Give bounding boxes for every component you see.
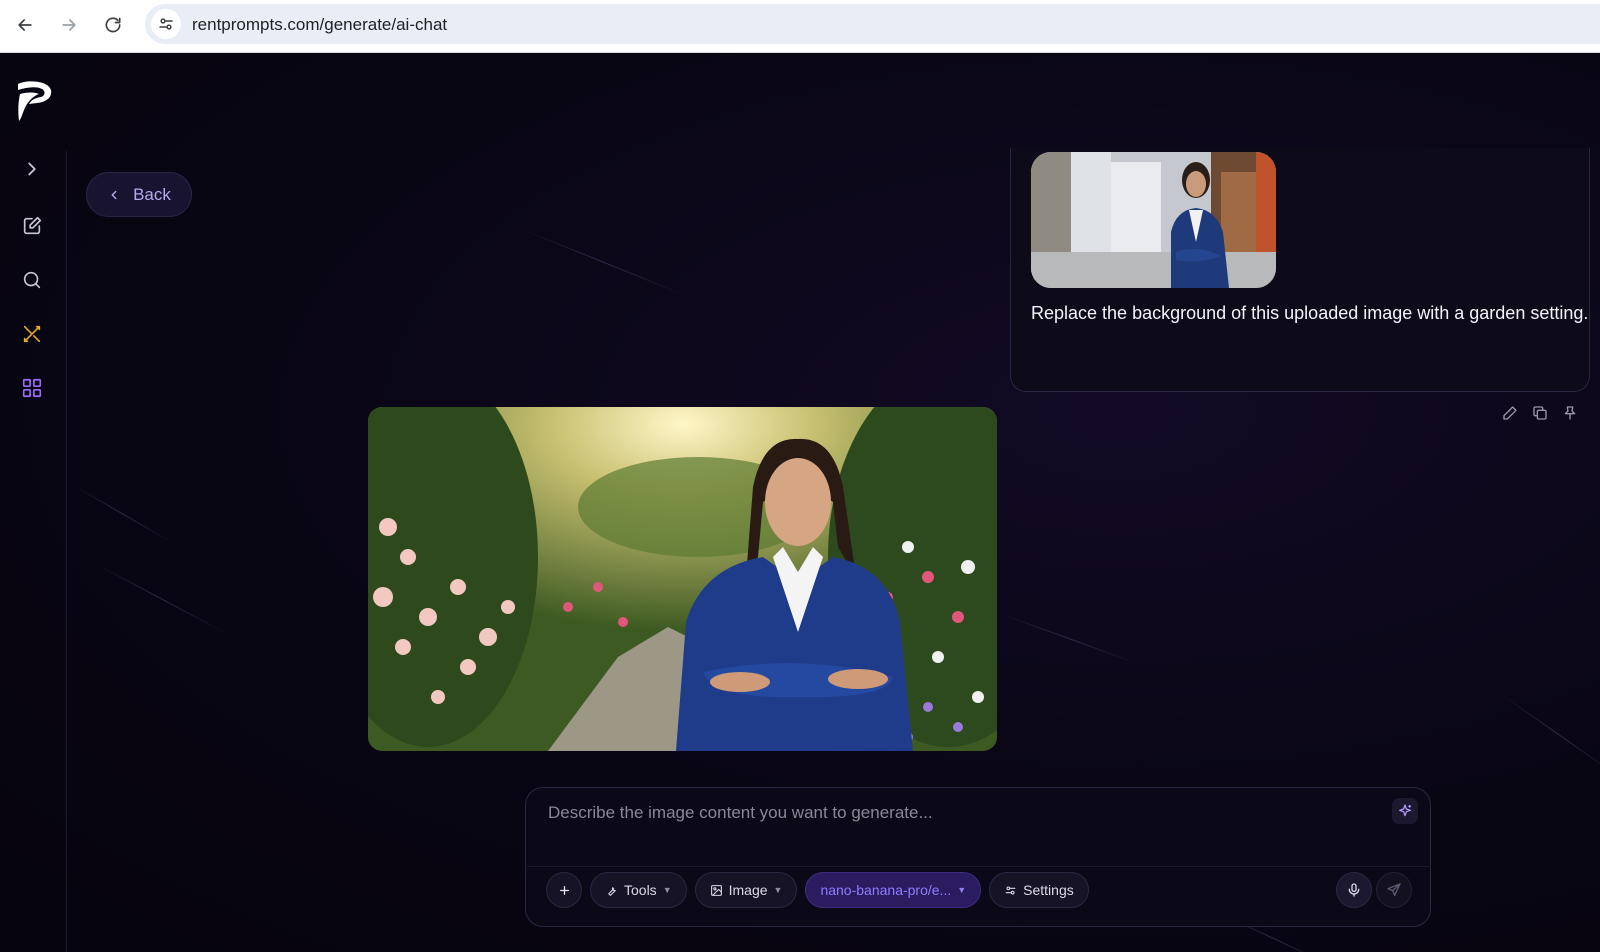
chevron-right-icon xyxy=(28,162,36,176)
background-streak xyxy=(69,483,175,544)
edit-icon xyxy=(23,216,42,235)
message-actions xyxy=(1501,404,1579,422)
model-selector[interactable]: nano-banana-pro/e... ▼ xyxy=(805,872,982,908)
pencil-icon xyxy=(1503,406,1517,420)
generated-image[interactable] xyxy=(368,407,997,751)
arrow-left-icon xyxy=(18,19,32,31)
tools-crossed-icon xyxy=(23,325,41,343)
background-streak xyxy=(94,563,228,635)
background-streak xyxy=(999,613,1142,666)
prompt-input[interactable] xyxy=(548,800,1368,826)
user-message: Replace the background of this uploaded … xyxy=(1010,148,1590,392)
chevron-down-icon: ▼ xyxy=(662,885,672,895)
image-mode-label: Image xyxy=(728,882,768,898)
add-attachment-button[interactable] xyxy=(546,872,582,908)
back-button-label: Back xyxy=(133,184,171,204)
user-message-text: Replace the background of this uploaded … xyxy=(1031,303,1589,323)
uploaded-photo xyxy=(1031,152,1276,288)
apps-button[interactable] xyxy=(19,375,45,401)
sparkle-icon xyxy=(1399,804,1411,817)
arrow-right-icon xyxy=(62,19,76,31)
enhance-prompt-button[interactable] xyxy=(1392,798,1418,824)
search-button[interactable] xyxy=(19,267,45,293)
edit-message-button[interactable] xyxy=(1501,404,1519,422)
microphone-icon xyxy=(1348,883,1360,897)
tools-dropdown-label: Tools xyxy=(624,882,657,898)
chevron-down-icon: ▼ xyxy=(773,885,783,895)
tune-icon xyxy=(159,18,173,30)
garden-portrait-photo xyxy=(368,407,997,751)
wrench-icon xyxy=(608,886,616,896)
image-icon xyxy=(710,884,722,896)
new-chat-button[interactable] xyxy=(19,213,45,239)
grid-icon xyxy=(22,378,42,398)
back-button[interactable]: Back xyxy=(86,172,192,217)
expand-sidebar-button[interactable] xyxy=(19,156,45,182)
sliders-icon xyxy=(1005,885,1016,895)
sidebar-divider xyxy=(66,151,67,952)
pin-icon xyxy=(1564,406,1576,420)
prompt-composer: Tools ▼ Image ▼ nano-banana-pro/e... ▼ S… xyxy=(525,787,1431,927)
prompt-toolbar: Tools ▼ Image ▼ nano-banana-pro/e... ▼ S… xyxy=(546,872,1089,908)
background-streak xyxy=(519,228,688,297)
app-main: Back Replace the background of this uplo… xyxy=(0,53,1600,952)
prompt-divider xyxy=(527,866,1431,867)
browser-toolbar: rentprompts.com/generate/ai-chat xyxy=(0,0,1600,53)
browser-reload-button[interactable] xyxy=(98,10,128,40)
search-icon xyxy=(23,271,41,289)
tools-button[interactable] xyxy=(19,321,45,347)
background-streak xyxy=(1499,693,1600,775)
browser-forward-button[interactable] xyxy=(54,10,84,40)
image-mode-dropdown[interactable]: Image ▼ xyxy=(694,872,798,908)
settings-button[interactable]: Settings xyxy=(989,872,1089,908)
send-button[interactable] xyxy=(1376,872,1412,908)
chevron-down-icon: ▼ xyxy=(957,885,967,895)
browser-back-button[interactable] xyxy=(10,10,40,40)
settings-button-label: Settings xyxy=(1023,882,1074,898)
pin-message-button[interactable] xyxy=(1561,404,1579,422)
reload-icon xyxy=(105,17,121,33)
tools-dropdown[interactable]: Tools ▼ xyxy=(590,872,687,908)
chevron-left-icon xyxy=(111,190,117,199)
model-selector-label: nano-banana-pro/e... xyxy=(820,882,952,898)
uploaded-image-thumbnail[interactable] xyxy=(1031,152,1276,288)
site-info-button[interactable] xyxy=(151,9,181,39)
url-text: rentprompts.com/generate/ai-chat xyxy=(192,15,448,34)
voice-input-button[interactable] xyxy=(1336,872,1372,908)
send-icon xyxy=(1387,883,1401,896)
copy-message-button[interactable] xyxy=(1531,404,1549,422)
rentprompts-logo[interactable] xyxy=(15,80,55,122)
copy-icon xyxy=(1533,406,1547,420)
plus-icon xyxy=(559,885,569,895)
address-bar[interactable]: rentprompts.com/generate/ai-chat xyxy=(145,4,1600,44)
